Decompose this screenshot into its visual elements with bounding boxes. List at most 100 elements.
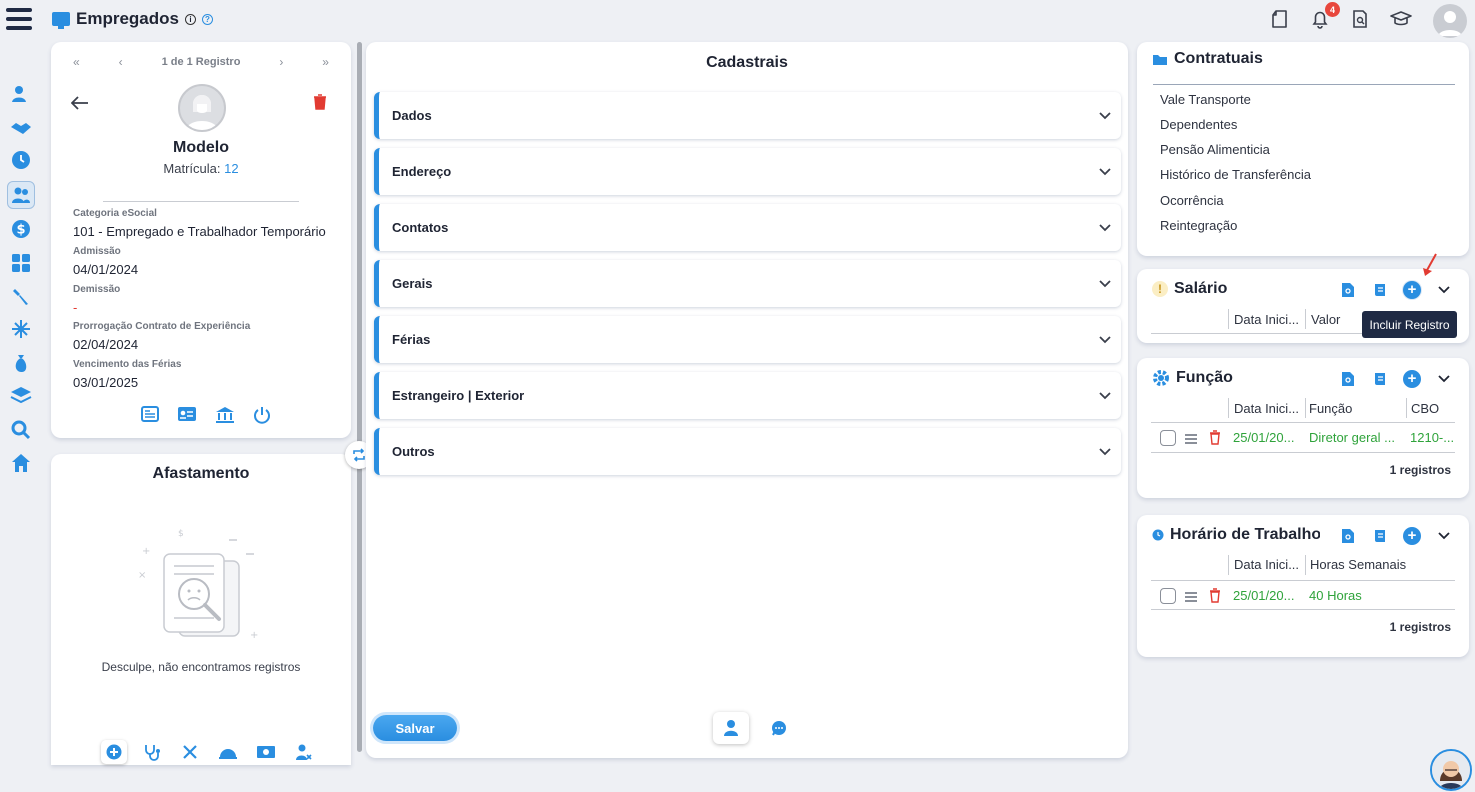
hamburger-menu-icon[interactable] xyxy=(6,8,32,36)
search-document-icon[interactable] xyxy=(1338,280,1358,300)
svg-text:$: $ xyxy=(16,223,25,238)
contratuais-item[interactable]: Histórico de Transferência xyxy=(1160,167,1311,182)
divider xyxy=(1151,580,1455,581)
column-divider xyxy=(1228,309,1229,329)
add-afastamento-tab[interactable] xyxy=(101,740,127,764)
panel-splitter[interactable] xyxy=(357,42,362,752)
column-header[interactable]: Valor xyxy=(1311,312,1340,327)
contratuais-item[interactable]: Ocorrência xyxy=(1160,193,1224,208)
section-ferias[interactable]: Férias xyxy=(374,316,1121,363)
add-record-icon[interactable]: + xyxy=(1402,280,1422,300)
newspaper-icon[interactable] xyxy=(141,406,159,424)
chevron-down-icon xyxy=(1099,335,1111,344)
contratuais-item[interactable]: Vale Transporte xyxy=(1160,92,1251,107)
scroll-icon[interactable] xyxy=(1370,369,1390,389)
nav-layers-icon[interactable] xyxy=(10,384,32,406)
chevron-down-icon xyxy=(1099,111,1111,120)
section-label: Férias xyxy=(392,332,431,347)
drag-handle-icon[interactable] xyxy=(1185,434,1197,446)
nav-clock-icon[interactable] xyxy=(10,149,32,171)
top-actions: 4 xyxy=(1269,2,1413,32)
last-record-button[interactable]: » xyxy=(322,55,329,69)
column-header[interactable]: Data Inici... xyxy=(1234,312,1299,327)
nav-dollar-icon[interactable]: $ xyxy=(10,218,32,240)
stethoscope-icon[interactable] xyxy=(139,740,165,764)
empty-state-illustration: + × $ + xyxy=(134,526,264,656)
chevron-down-icon xyxy=(1099,167,1111,176)
section-contatos[interactable]: Contatos xyxy=(374,204,1121,251)
nav-employees-icon[interactable] xyxy=(7,181,35,209)
first-record-button[interactable]: « xyxy=(73,55,80,69)
contratuais-item[interactable]: Pensão Alimenticia xyxy=(1160,142,1270,157)
chevron-down-icon[interactable] xyxy=(1434,526,1454,546)
nav-tools-icon[interactable] xyxy=(10,285,32,307)
id-card-icon[interactable] xyxy=(177,406,197,424)
report-search-icon[interactable] xyxy=(1349,8,1373,32)
user-remove-icon[interactable] xyxy=(291,740,317,764)
prev-record-button[interactable]: ‹ xyxy=(119,55,123,69)
chat-icon[interactable] xyxy=(761,712,797,744)
field-value: 03/01/2025 xyxy=(73,375,139,390)
helmet-icon[interactable] xyxy=(215,740,241,764)
field-label: Vencimento das Férias xyxy=(73,359,182,370)
document-icon[interactable] xyxy=(1269,8,1293,32)
add-record-icon[interactable]: + xyxy=(1402,369,1422,389)
column-header[interactable]: Data Inici... xyxy=(1234,401,1299,416)
next-record-button[interactable]: › xyxy=(279,55,283,69)
search-document-icon[interactable] xyxy=(1338,369,1358,389)
graduation-cap-icon[interactable] xyxy=(1389,8,1413,32)
column-header[interactable]: Data Inici... xyxy=(1234,557,1299,572)
employee-avatar xyxy=(178,84,226,132)
field-value: - xyxy=(73,300,78,315)
nav-search-icon[interactable] xyxy=(10,419,32,441)
nav-home-icon[interactable] xyxy=(10,452,32,474)
power-icon[interactable] xyxy=(253,406,271,424)
column-divider xyxy=(1305,309,1306,329)
column-header[interactable]: Horas Semanais xyxy=(1310,557,1406,572)
nav-calculator-icon[interactable] xyxy=(10,252,32,274)
section-dados[interactable]: Dados xyxy=(374,92,1121,139)
scroll-icon[interactable] xyxy=(1370,526,1390,546)
drag-handle-icon[interactable] xyxy=(1185,592,1197,604)
scroll-icon[interactable] xyxy=(1370,280,1390,300)
employee-matricula: Matrícula: 12 xyxy=(51,161,351,176)
info-icon[interactable]: i xyxy=(184,13,196,25)
column-header[interactable]: Função xyxy=(1309,401,1352,416)
nav-handshake-icon[interactable] xyxy=(10,117,32,139)
notification-badge: 4 xyxy=(1325,2,1340,17)
back-arrow-icon[interactable] xyxy=(71,96,89,110)
nav-money-bag-icon[interactable] xyxy=(10,352,32,374)
top-bar: Empregados i ? 4 xyxy=(0,0,1475,42)
horario-actions: + xyxy=(1338,526,1454,546)
nav-user-icon[interactable] xyxy=(10,83,32,105)
bell-icon[interactable]: 4 xyxy=(1309,2,1340,32)
delete-employee-icon[interactable] xyxy=(313,94,327,110)
help-icon[interactable]: ? xyxy=(201,13,213,25)
person-tab-icon[interactable] xyxy=(713,712,749,744)
row-checkbox[interactable] xyxy=(1160,588,1176,604)
chevron-down-icon[interactable] xyxy=(1434,280,1454,300)
delete-row-icon[interactable] xyxy=(1209,430,1221,445)
user-avatar[interactable] xyxy=(1433,4,1467,38)
contratuais-item[interactable]: Dependentes xyxy=(1160,117,1237,132)
contratuais-item[interactable]: Reintegração xyxy=(1160,218,1237,233)
section-outros[interactable]: Outros xyxy=(374,428,1121,475)
delete-row-icon[interactable] xyxy=(1209,588,1221,603)
divider xyxy=(103,201,299,202)
section-estrangeiro[interactable]: Estrangeiro | Exterior xyxy=(374,372,1121,419)
row-checkbox[interactable] xyxy=(1160,430,1176,446)
tools-icon[interactable] xyxy=(177,740,203,764)
column-header[interactable]: CBO xyxy=(1411,401,1439,416)
add-record-icon[interactable]: + xyxy=(1402,526,1422,546)
search-document-icon[interactable] xyxy=(1338,526,1358,546)
assistant-avatar[interactable] xyxy=(1430,749,1472,791)
section-label: Endereço xyxy=(392,164,452,179)
section-endereco[interactable]: Endereço xyxy=(374,148,1121,195)
money-bill-icon[interactable] xyxy=(253,740,279,764)
table-cell: 25/01/20... xyxy=(1233,430,1295,445)
nav-network-icon[interactable] xyxy=(10,318,32,340)
section-gerais[interactable]: Gerais xyxy=(374,260,1121,307)
save-button[interactable]: Salvar xyxy=(373,715,457,741)
bank-icon[interactable] xyxy=(215,406,235,424)
chevron-down-icon[interactable] xyxy=(1434,369,1454,389)
